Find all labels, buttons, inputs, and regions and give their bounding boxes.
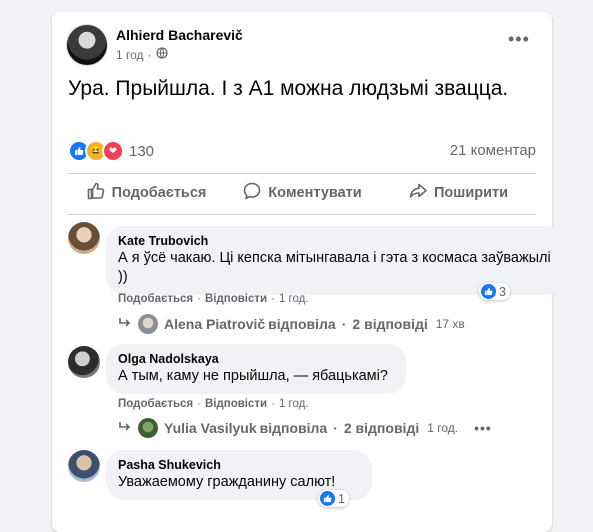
- comment-reactions[interactable]: 1: [318, 490, 349, 507]
- reply-author: Alena Piatrovič: [164, 316, 266, 332]
- comment-reply-link[interactable]: Відповісти: [205, 398, 267, 410]
- share-button-label: Поширити: [433, 185, 509, 201]
- globe-icon: [155, 47, 168, 62]
- avatar: [138, 418, 158, 438]
- reactions-count[interactable]: 130: [129, 143, 154, 160]
- comment-reaction-count: 3: [499, 284, 506, 299]
- avatar[interactable]: [68, 346, 100, 378]
- author-avatar[interactable]: [66, 24, 108, 66]
- like-button[interactable]: Подобається: [68, 176, 224, 210]
- comment-like-link[interactable]: Подобається: [118, 293, 193, 305]
- comment-like-link[interactable]: Подобається: [118, 398, 193, 410]
- reply-verb: відповіла: [268, 316, 336, 332]
- avatar: [138, 314, 158, 334]
- comment-button[interactable]: Коментувати: [224, 176, 380, 210]
- post-text: Ура. Прыйшла. І з А1 можна людзьмі звацц…: [68, 77, 509, 100]
- avatar[interactable]: [68, 450, 100, 482]
- reaction-summary[interactable]: 😆 ❤ 130: [68, 140, 154, 162]
- comment-actions: Подобається · Відповісти · 1 год.: [118, 293, 309, 305]
- comment-reply-link[interactable]: Відповісти: [205, 293, 267, 305]
- comment-time[interactable]: 1 год.: [279, 293, 309, 305]
- post-time[interactable]: 1 год: [116, 48, 144, 62]
- love-reaction-icon: ❤: [102, 140, 124, 162]
- comment-reactions[interactable]: 3: [479, 283, 510, 300]
- comment-actions: Подобається · Відповісти · 1 год.: [118, 398, 309, 410]
- like-button-label: Подобається: [111, 185, 207, 201]
- reply-arrow-icon: [118, 420, 132, 436]
- divider-bottom: [68, 214, 536, 215]
- comment-reaction-count: 1: [338, 491, 345, 506]
- avatar[interactable]: [68, 222, 100, 254]
- share-arrow-icon: [408, 181, 428, 205]
- comment-text: А тым, каму не прыйшла, — ябацькамі?: [118, 368, 388, 384]
- comment-author[interactable]: Kate Trubovich: [118, 233, 552, 249]
- meta-separator: ·: [147, 47, 152, 62]
- like-reaction-icon: [481, 284, 496, 299]
- reply-time: 1 год.: [427, 421, 459, 435]
- thumbs-up-icon: [86, 181, 106, 205]
- post-author[interactable]: Alhierd Bacharevič: [116, 27, 243, 43]
- view-replies[interactable]: Yulia Vasilyuk відповіла · 2 відповіді 1…: [118, 418, 492, 438]
- comment-bubble-icon: [242, 181, 262, 205]
- divider-top: [68, 173, 536, 174]
- view-replies[interactable]: Alena Piatrovič відповіла · 2 відповіді …: [118, 314, 465, 334]
- comment-text: Уважаемому гражданину салют!: [118, 474, 336, 490]
- comments-count[interactable]: 21 коментар: [450, 142, 536, 159]
- comment-text: А я ўсё чакаю. Ці кепска мітынгавала і г…: [118, 250, 551, 285]
- action-bar: Подобається Коментувати Поширити: [68, 176, 536, 210]
- more-icon[interactable]: •••: [508, 30, 530, 48]
- reply-count: 2 відповіді: [343, 420, 420, 436]
- comment-author[interactable]: Olga Nadolskaya: [118, 351, 394, 367]
- reply-time: 17 хв: [435, 317, 465, 331]
- comment-button-label: Коментувати: [268, 185, 362, 201]
- post-meta: 1 год ·: [116, 47, 168, 62]
- share-button[interactable]: Поширити: [380, 176, 536, 210]
- like-reaction-icon: [320, 491, 335, 506]
- comment-author[interactable]: Pasha Shukevich: [118, 457, 360, 473]
- reply-author: Yulia Vasilyuk: [164, 420, 257, 436]
- comment-bubble: Olga Nadolskaya А тым, каму не прыйшла, …: [106, 344, 406, 394]
- reply-verb: відповіла: [259, 420, 328, 436]
- comment-time[interactable]: 1 год.: [279, 398, 309, 410]
- reply-count: 2 відповіді: [352, 316, 428, 332]
- post-card: Alhierd Bacharevič 1 год · ••• Ура. Прый…: [52, 12, 564, 532]
- more-icon[interactable]: •••: [474, 420, 492, 436]
- reply-arrow-icon: [118, 316, 132, 332]
